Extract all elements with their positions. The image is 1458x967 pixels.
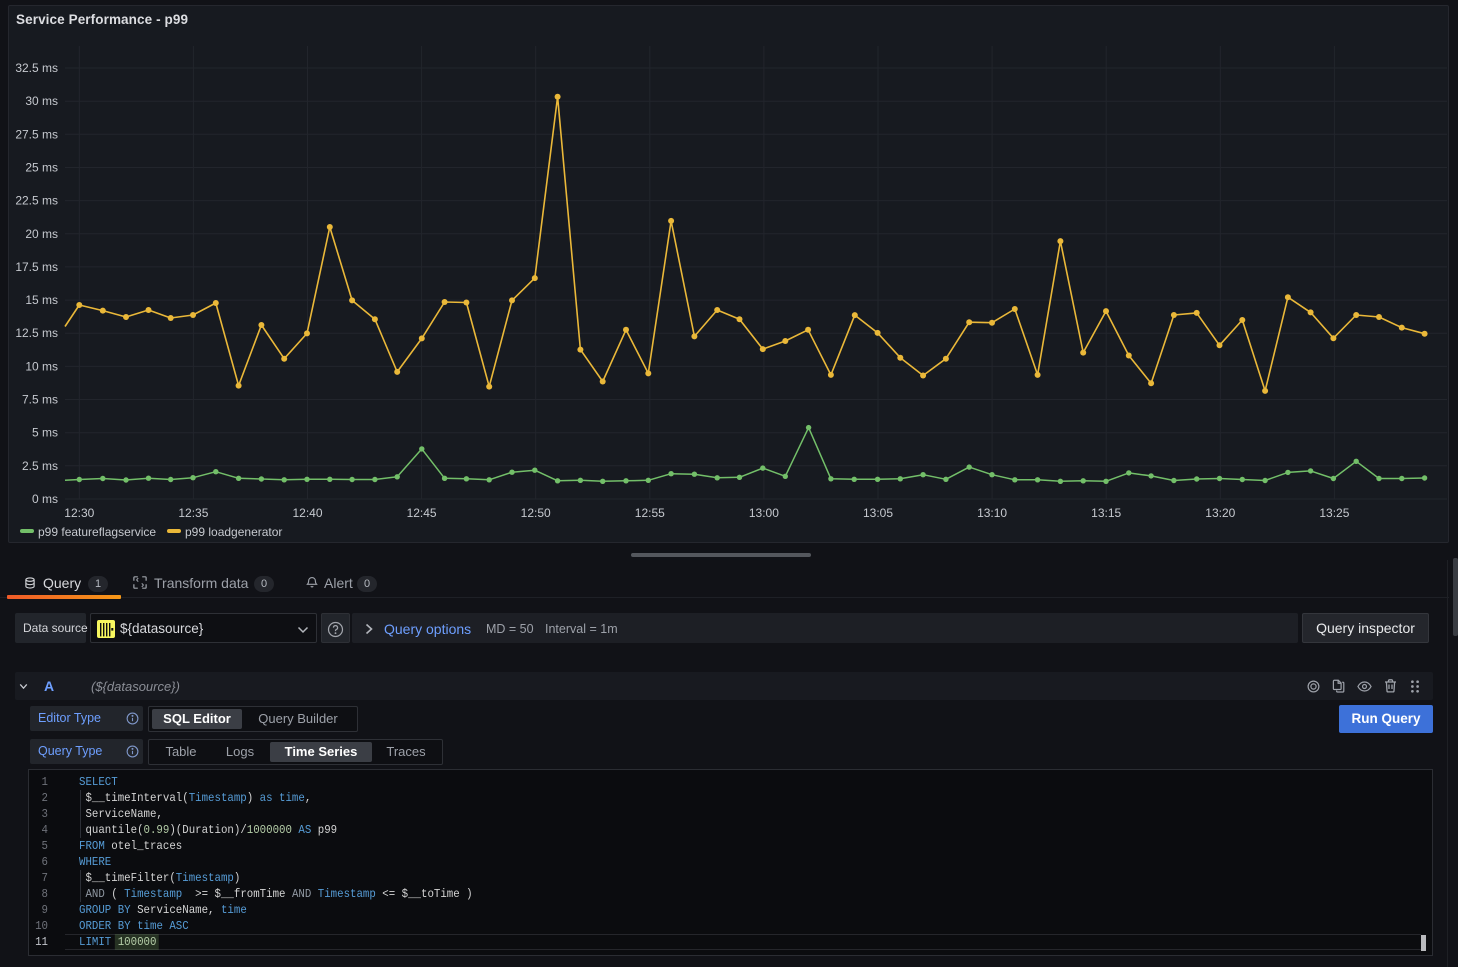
svg-text:32.5 ms: 32.5 ms <box>15 61 58 75</box>
svg-text:p99 featureflagservice: p99 featureflagservice <box>38 525 156 539</box>
svg-text:12:40: 12:40 <box>292 506 322 520</box>
svg-text:13:00: 13:00 <box>749 506 779 520</box>
svg-text:7.5 ms: 7.5 ms <box>22 393 58 407</box>
svg-text:12.5 ms: 12.5 ms <box>15 326 58 340</box>
svg-text:13:10: 13:10 <box>977 506 1007 520</box>
svg-text:13:25: 13:25 <box>1319 506 1349 520</box>
svg-text:13:15: 13:15 <box>1091 506 1121 520</box>
svg-text:10 ms: 10 ms <box>25 359 58 373</box>
svg-text:25 ms: 25 ms <box>25 161 58 175</box>
svg-text:5 ms: 5 ms <box>32 426 58 440</box>
svg-text:13:05: 13:05 <box>863 506 893 520</box>
svg-text:12:35: 12:35 <box>178 506 208 520</box>
svg-text:17.5 ms: 17.5 ms <box>15 260 58 274</box>
svg-text:22.5 ms: 22.5 ms <box>15 194 58 208</box>
svg-text:12:30: 12:30 <box>64 506 94 520</box>
svg-text:30 ms: 30 ms <box>25 94 58 108</box>
svg-text:13:20: 13:20 <box>1205 506 1235 520</box>
svg-text:2.5 ms: 2.5 ms <box>22 459 58 473</box>
svg-text:12:50: 12:50 <box>521 506 551 520</box>
svg-text:12:55: 12:55 <box>635 506 665 520</box>
svg-text:12:45: 12:45 <box>407 506 437 520</box>
svg-text:0 ms: 0 ms <box>32 492 58 506</box>
svg-text:15 ms: 15 ms <box>25 293 58 307</box>
svg-text:20 ms: 20 ms <box>25 227 58 241</box>
svg-text:27.5 ms: 27.5 ms <box>15 127 58 141</box>
svg-text:p99 loadgenerator: p99 loadgenerator <box>185 525 282 539</box>
